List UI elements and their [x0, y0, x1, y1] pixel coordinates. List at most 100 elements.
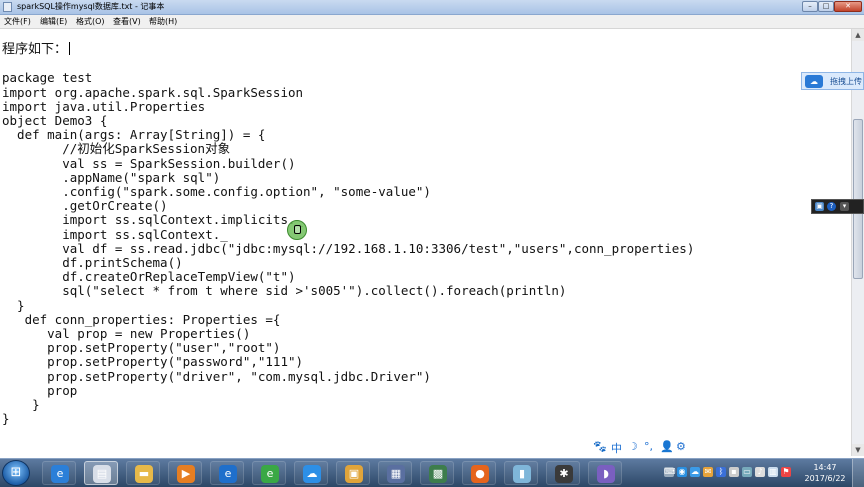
- code-line: //初始化SparkSession对象: [2, 141, 231, 157]
- code-line: val df = ss.read.jdbc("jdbc:mysql://192.…: [2, 240, 695, 256]
- help-icon[interactable]: ?: [827, 202, 836, 211]
- clock-time: 14:47: [813, 463, 837, 472]
- taskbar-app-remote-desktop[interactable]: ▦: [378, 461, 412, 485]
- taskbar-clock[interactable]: 14:47 2017/6/22: [800, 462, 850, 484]
- menu-bar: 文件(F) 编辑(E) 格式(O) 查看(V) 帮助(H): [0, 15, 864, 29]
- ime-punctuation-icon[interactable]: °,: [644, 440, 653, 453]
- tray-mail-icon[interactable]: ✉: [703, 467, 713, 477]
- tray-cloud-icon[interactable]: ☁: [690, 467, 700, 477]
- dropdown-icon[interactable]: ▾: [840, 202, 849, 211]
- menu-help[interactable]: 帮助(H): [149, 16, 177, 27]
- scroll-up-arrow-icon[interactable]: ▲: [852, 29, 864, 41]
- minimize-button[interactable]: –: [802, 1, 818, 12]
- drag-upload-label: 拖拽上传: [830, 77, 862, 86]
- firefox-icon: ●: [471, 465, 489, 483]
- code-line: .config("spark.some.config.option", "som…: [2, 184, 431, 199]
- tray-lock-icon[interactable]: ▪: [729, 467, 739, 477]
- notepad-app-icon: [3, 2, 12, 12]
- code-line: sql("select * from t where sid >'s005'")…: [2, 283, 567, 299]
- tray-network-icon[interactable]: ▥: [768, 467, 778, 477]
- code-line: .getOrCreate(): [2, 198, 168, 214]
- menu-format[interactable]: 格式(O): [76, 16, 105, 27]
- code-line: import java.util.Properties: [2, 98, 206, 114]
- code-line: }: [2, 411, 10, 427]
- code-line: }: [2, 397, 40, 412]
- drag-upload-button[interactable]: ☁ 拖拽上传: [801, 72, 864, 90]
- ie-alt-icon: e: [219, 465, 237, 483]
- tray-bluetooth-icon[interactable]: ᛒ: [716, 467, 726, 477]
- code-line: df.createOrReplaceTempView("t"): [2, 269, 296, 285]
- 360-browser-icon: e: [261, 465, 279, 483]
- cloud-upload-icon: ☁: [805, 75, 823, 88]
- code-line: import ss.sqlContext._: [2, 226, 228, 242]
- code-line: def main(args: Array[String]) = {: [2, 127, 266, 143]
- ime-logo-icon[interactable]: 🐾: [593, 440, 607, 453]
- taskbar-app-firefox[interactable]: ●: [462, 461, 496, 485]
- tray-keyboard-icon[interactable]: ⌨: [664, 467, 676, 477]
- taskbar-app-folder[interactable]: ▬: [126, 461, 160, 485]
- code-line: prop.setProperty("driver", "com.mysql.jd…: [2, 368, 431, 384]
- code-line: import org.apache.spark.sql.SparkSession: [2, 84, 304, 100]
- remote-desktop-icon: ▦: [387, 465, 405, 483]
- tray-flag-icon[interactable]: ⚑: [781, 467, 791, 477]
- scroll-down-arrow-icon[interactable]: ▼: [852, 444, 864, 456]
- show-desktop-button[interactable]: [852, 459, 864, 487]
- maximize-button[interactable]: □: [818, 1, 834, 12]
- menu-edit[interactable]: 编辑(E): [40, 16, 67, 27]
- taskbar-app-eclipse[interactable]: ◗: [588, 461, 622, 485]
- taskbar-app-security[interactable]: ▩: [420, 461, 454, 485]
- code-line: package test: [2, 70, 93, 86]
- title-bar: sparkSQL操作mysql数据库.txt - 记事本 – □ ✕: [0, 0, 864, 15]
- ime-user-icon[interactable]: 👤: [660, 440, 674, 453]
- start-button[interactable]: ⊞: [2, 460, 30, 486]
- taskbar-app-media-player[interactable]: ▶: [168, 461, 202, 485]
- taskbar-app-360-browser[interactable]: e: [252, 461, 286, 485]
- system-tray: ⌨ ◉ ☁ ✉ ᛒ ▪ ▭ ♪ ▥ ⚑: [660, 461, 798, 485]
- taskbar-app-capture[interactable]: ✱: [546, 461, 580, 485]
- clock-date: 2017/6/22: [804, 474, 846, 483]
- baidu-cloud-icon: ☁: [303, 465, 321, 483]
- ime-chinese-mode[interactable]: 中: [611, 440, 622, 456]
- tray-monitor-icon[interactable]: ▭: [742, 467, 752, 477]
- text-editor[interactable]: 程序如下： package test import org.apache.spark…: [0, 29, 851, 456]
- menu-view[interactable]: 查看(V): [113, 16, 141, 27]
- taskbar-app-notepad[interactable]: ▤: [84, 461, 118, 485]
- menu-file[interactable]: 文件(F): [4, 16, 31, 27]
- tray-volume-icon[interactable]: ♪: [755, 467, 765, 477]
- ime-toolbar: 🐾 中 ☽ °, 👤 ⚙: [590, 439, 690, 455]
- ime-halfwidth-icon[interactable]: ☽: [628, 440, 638, 453]
- floating-toolbar-widget[interactable]: ▣ ? ▾: [811, 199, 864, 214]
- taskbar-app-ie[interactable]: e: [42, 461, 76, 485]
- taskbar-app-explorer[interactable]: ▣: [336, 461, 370, 485]
- ie-icon: e: [51, 465, 69, 483]
- taskbar-app-ie-alt[interactable]: e: [210, 461, 244, 485]
- screen-capture-icon[interactable]: ▣: [815, 202, 824, 211]
- code-line: def conn_properties: Properties ={: [2, 311, 281, 327]
- window-title: sparkSQL操作mysql数据库.txt - 记事本: [17, 2, 165, 11]
- code-line: object Demo3 {: [2, 113, 108, 128]
- folder-icon: ▬: [135, 465, 153, 483]
- code-line: val ss = SparkSession.builder(): [2, 155, 296, 171]
- mobile-icon: ▮: [513, 465, 531, 483]
- capture-icon: ✱: [555, 465, 573, 483]
- mouse-cursor-highlight: [287, 220, 307, 240]
- eclipse-icon: ◗: [597, 465, 615, 483]
- text-line-intro: 程序如下：: [2, 42, 71, 57]
- code-line: }: [2, 297, 25, 313]
- media-player-icon: ▶: [177, 465, 195, 483]
- vertical-scrollbar[interactable]: ▲ ▼: [851, 29, 864, 456]
- tray-qq-icon[interactable]: ◉: [677, 467, 687, 477]
- code-line: prop: [2, 382, 78, 398]
- ime-settings-icon[interactable]: ⚙: [676, 440, 686, 453]
- notepad-icon: ▤: [93, 465, 111, 483]
- security-icon: ▩: [429, 465, 447, 483]
- close-button[interactable]: ✕: [834, 1, 862, 12]
- code-line: df.printSchema(): [2, 255, 183, 270]
- taskbar-app-baidu-cloud[interactable]: ☁: [294, 461, 328, 485]
- code-line: prop.setProperty("user","root"): [2, 340, 281, 356]
- taskbar: ⊞ e ▤ ▬ ▶ e e ☁ ▣ ▦ ▩ ● ▮ ✱ ◗ ⌨ ◉ ☁ ✉ ᛒ ▪ ▭ ♪ ▥ ⚑ 14:47 2017/6…: [0, 458, 864, 487]
- taskbar-app-mobile[interactable]: ▮: [504, 461, 538, 485]
- explorer-icon: ▣: [345, 465, 363, 483]
- code-line: .appName("spark sql"): [2, 169, 221, 185]
- text-caret: [69, 42, 71, 55]
